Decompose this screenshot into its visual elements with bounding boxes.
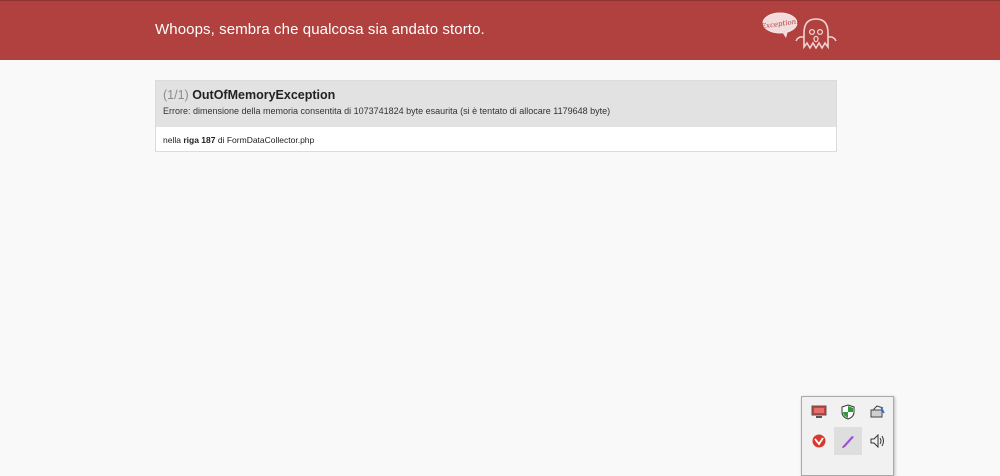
- exception-title: (1/1) OutOfMemoryException: [163, 88, 836, 102]
- ghost-logo: Exception!: [760, 7, 840, 57]
- antivirus-icon[interactable]: [805, 427, 833, 455]
- shield-icon[interactable]: [834, 398, 862, 426]
- exception-message: Errore: dimensione della memoria consent…: [163, 106, 611, 116]
- volume-icon[interactable]: [863, 427, 891, 455]
- error-header: Whoops, sembra che qualcosa sia andato s…: [0, 0, 1000, 60]
- location-prefix: nella: [163, 135, 181, 145]
- monitor-icon[interactable]: [805, 398, 833, 426]
- exception-class: OutOfMemoryException: [192, 88, 336, 102]
- trace-line: nella riga 187 di FormDataCollector.php: [156, 127, 836, 151]
- location-file: FormDataCollector.php: [226, 135, 315, 145]
- page-title: Whoops, sembra che qualcosa sia andato s…: [155, 21, 485, 38]
- exception-header: (1/1) OutOfMemoryException Errore: dimen…: [156, 81, 836, 127]
- system-tray-overflow: [801, 396, 894, 476]
- pen-icon[interactable]: [834, 427, 862, 455]
- exception-count: (1/1): [163, 88, 189, 102]
- location-line: riga 187: [183, 135, 216, 145]
- network-icon[interactable]: [863, 398, 891, 426]
- exception-panel: (1/1) OutOfMemoryException Errore: dimen…: [155, 80, 837, 152]
- location-of: di: [217, 135, 225, 145]
